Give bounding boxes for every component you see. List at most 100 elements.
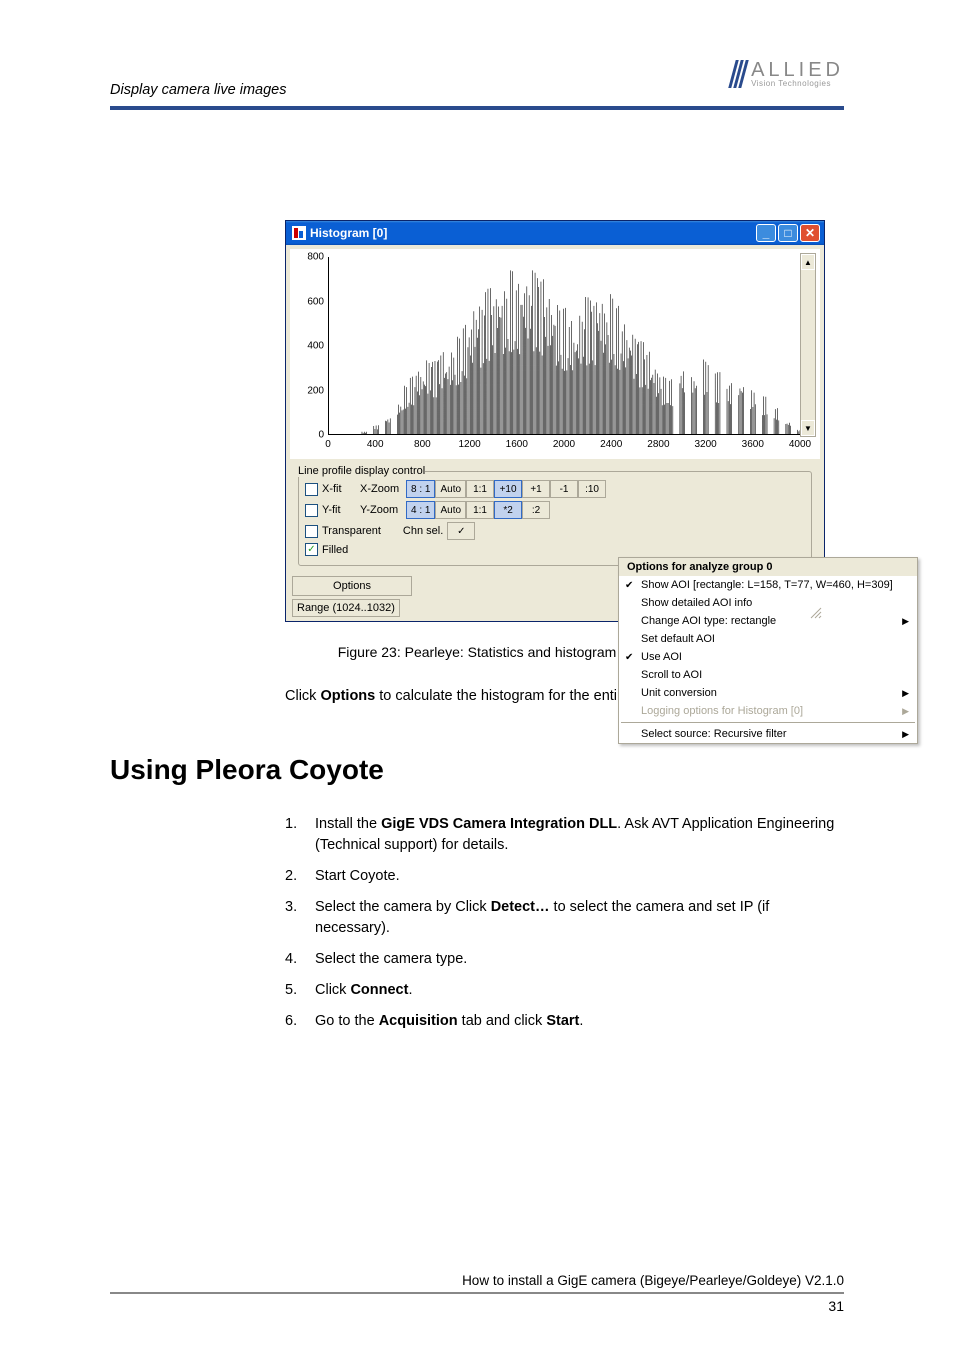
menu-item[interactable]: Show detailed AOI info bbox=[619, 594, 917, 612]
step-number: 1. bbox=[285, 814, 315, 856]
x-tick-label: 0 bbox=[325, 439, 331, 450]
menu-item[interactable]: Scroll to AOI bbox=[619, 666, 917, 684]
page-number: 31 bbox=[110, 1298, 844, 1314]
step-number: 3. bbox=[285, 897, 315, 939]
step-text: Click Connect. bbox=[315, 980, 844, 1001]
x-tick-label: 400 bbox=[367, 439, 384, 450]
options-context-menu: Options for analyze group 0 Show AOI [re… bbox=[618, 557, 918, 744]
step-item: 4.Select the camera type. bbox=[285, 949, 844, 970]
step-text: Select the camera by Click Detect… to se… bbox=[315, 897, 844, 939]
zoom-button[interactable]: 1:1 bbox=[466, 480, 494, 498]
logo-main: ALLIED bbox=[751, 60, 844, 80]
y-tick-label: 0 bbox=[318, 430, 324, 441]
menu-item[interactable]: Show AOI [rectangle: L=158, T=77, W=460,… bbox=[619, 576, 917, 594]
zoom-button[interactable]: Auto bbox=[435, 480, 466, 498]
histogram-window: Histogram [0] _ □ ✕ 0200400600800 040080… bbox=[285, 220, 825, 622]
header-title: Display camera live images bbox=[110, 82, 286, 98]
xzoom-label: X-Zoom bbox=[360, 483, 402, 495]
x-tick-label: 2800 bbox=[647, 439, 669, 450]
zoom-button[interactable]: 8 : 1 bbox=[406, 480, 435, 498]
x-tick-label: 2400 bbox=[600, 439, 622, 450]
y-tick-label: 600 bbox=[307, 296, 324, 307]
step-number: 5. bbox=[285, 980, 315, 1001]
resize-grip-icon[interactable] bbox=[808, 605, 822, 619]
x-tick-label: 4000 bbox=[789, 439, 811, 450]
menu-separator bbox=[621, 722, 915, 723]
yzoom-label: Y-Zoom bbox=[360, 504, 402, 516]
menu-item-label: Use AOI bbox=[641, 651, 682, 663]
menu-item-label: Select source: Recursive filter bbox=[641, 728, 787, 740]
y-tick-label: 800 bbox=[307, 252, 324, 263]
x-tick-label: 3600 bbox=[742, 439, 764, 450]
brand-logo: ALLIED Vision Technologies bbox=[732, 60, 844, 88]
zoom-button[interactable]: +1 bbox=[522, 480, 550, 498]
menu-item-label: Set default AOI bbox=[641, 633, 715, 645]
close-window-button[interactable]: ✕ bbox=[800, 224, 820, 242]
zoom-button[interactable]: :10 bbox=[578, 480, 606, 498]
x-tick-label: 1200 bbox=[458, 439, 480, 450]
options-button[interactable]: Options bbox=[292, 576, 412, 596]
step-number: 4. bbox=[285, 949, 315, 970]
zoom-button[interactable]: :2 bbox=[522, 501, 550, 519]
menu-item[interactable]: Unit conversion▶ bbox=[619, 684, 917, 702]
zoom-button[interactable]: *2 bbox=[494, 501, 522, 519]
yfit-checkbox[interactable] bbox=[305, 504, 318, 517]
zoom-button[interactable]: Auto bbox=[435, 501, 466, 519]
filled-label: Filled bbox=[322, 544, 348, 556]
zoom-button[interactable]: +10 bbox=[494, 480, 522, 498]
scroll-up-icon[interactable]: ▲ bbox=[801, 254, 815, 270]
xfit-label: X-fit bbox=[322, 483, 356, 495]
step-number: 6. bbox=[285, 1011, 315, 1032]
zoom-button[interactable]: 1:1 bbox=[466, 501, 494, 519]
submenu-arrow-icon: ▶ bbox=[902, 616, 909, 627]
menu-item-label: Change AOI type: rectangle bbox=[641, 615, 776, 627]
step-item: 5.Click Connect. bbox=[285, 980, 844, 1001]
menu-item[interactable]: Use AOI bbox=[619, 648, 917, 666]
menu-item[interactable]: Select source: Recursive filter▶ bbox=[619, 725, 917, 743]
transparent-checkbox[interactable] bbox=[305, 525, 318, 538]
step-text: Install the GigE VDS Camera Integration … bbox=[315, 814, 844, 856]
menu-title: Options for analyze group 0 bbox=[619, 558, 917, 576]
menu-item-label: Logging options for Histogram [0] bbox=[641, 705, 803, 717]
zoom-button[interactable]: 4 : 1 bbox=[406, 501, 435, 519]
controls-legend: Line profile display control bbox=[298, 465, 425, 477]
histogram-app-icon bbox=[292, 226, 306, 240]
line-profile-controls: Line profile display control X-fit X-Zoo… bbox=[292, 463, 818, 572]
page-header: Display camera live images ALLIED Vision… bbox=[110, 60, 844, 100]
filled-checkbox[interactable]: ✓ bbox=[305, 543, 318, 556]
step-text: Select the camera type. bbox=[315, 949, 844, 970]
x-tick-label: 2000 bbox=[553, 439, 575, 450]
x-tick-label: 800 bbox=[414, 439, 431, 450]
section-heading: Using Pleora Coyote bbox=[110, 754, 844, 786]
menu-item: Logging options for Histogram [0]▶ bbox=[619, 702, 917, 720]
x-tick-label: 3200 bbox=[694, 439, 716, 450]
menu-item-label: Scroll to AOI bbox=[641, 669, 702, 681]
window-title: Histogram [0] bbox=[310, 226, 756, 240]
maximize-button[interactable]: □ bbox=[778, 224, 798, 242]
footer-rule bbox=[110, 1292, 844, 1294]
zoom-button[interactable]: -1 bbox=[550, 480, 578, 498]
minimize-button[interactable]: _ bbox=[756, 224, 776, 242]
menu-item[interactable]: Set default AOI bbox=[619, 630, 917, 648]
footer-text: How to install a GigE camera (Bigeye/Pea… bbox=[110, 1273, 844, 1288]
logo-sub: Vision Technologies bbox=[751, 80, 844, 88]
menu-item[interactable]: Change AOI type: rectangle ▶ bbox=[619, 612, 917, 630]
step-text: Start Coyote. bbox=[315, 866, 844, 887]
window-titlebar[interactable]: Histogram [0] _ □ ✕ bbox=[286, 221, 824, 245]
xfit-checkbox[interactable] bbox=[305, 483, 318, 496]
scroll-down-icon[interactable]: ▼ bbox=[801, 420, 815, 436]
histogram-svg bbox=[329, 257, 800, 434]
menu-item-label: Unit conversion bbox=[641, 687, 717, 699]
yfit-label: Y-fit bbox=[322, 504, 356, 516]
step-number: 2. bbox=[285, 866, 315, 887]
step-text: Go to the Acquisition tab and click Star… bbox=[315, 1011, 844, 1032]
menu-item-label: Show detailed AOI info bbox=[641, 597, 752, 609]
chn-sel-label: Chn sel. bbox=[403, 525, 443, 537]
steps-list: 1.Install the GigE VDS Camera Integratio… bbox=[285, 814, 844, 1032]
step-item: 1.Install the GigE VDS Camera Integratio… bbox=[285, 814, 844, 856]
x-axis-labels: 040080012001600200024002800320036004000 bbox=[328, 439, 800, 453]
vertical-scrollbar[interactable]: ▲ ▼ bbox=[800, 253, 816, 437]
page-footer: How to install a GigE camera (Bigeye/Pea… bbox=[110, 1273, 844, 1314]
x-tick-label: 1600 bbox=[506, 439, 528, 450]
chn-sel-value[interactable]: ✓ bbox=[447, 522, 475, 540]
